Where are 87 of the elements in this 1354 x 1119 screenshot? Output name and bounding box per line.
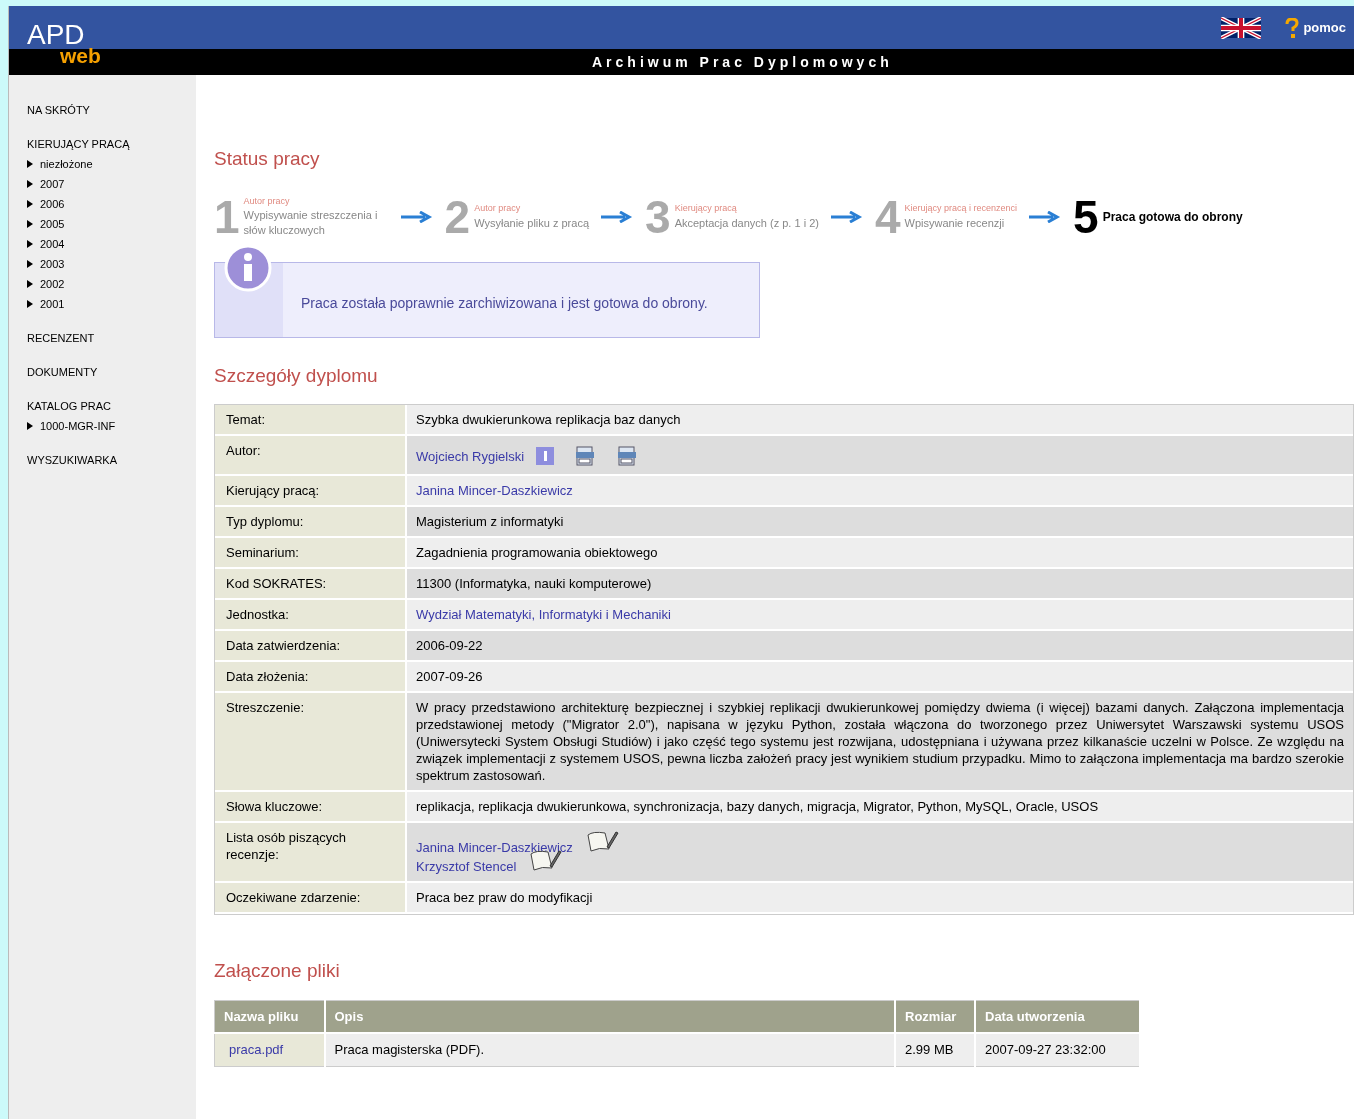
sidebar-item[interactable]: 1000-MGR-INF (40, 419, 116, 433)
value-text: Zagadnienia programowania obiektowego (416, 545, 658, 560)
step-number: 3 (645, 193, 671, 240)
row-label: Oczekiwane zdarzenie: (215, 883, 407, 912)
row-label: Data zatwierdzenia: (215, 631, 407, 660)
triangle-icon (27, 180, 33, 188)
info-icon[interactable] (536, 447, 555, 465)
value-text: W pracy przedstawiono architekturę bezpiecznej i szybkiej replikacji dwukierunkowej pomiędzy dwiema (i więcej) bazami danych. Załączona implementacja przedstawionej metody ("Migrator 2.0"), napisana w języku Python, została włączona do tworzonego przez Uniwersytet Warszawski systemu USOS (Uniwersytecki System Obsługi Studiów) i jako część tego systemu jest rozwijana, udostępniana i używana przez kilkanaście uczelni w Polsce. Ze względu na związek implementacji z systemem USOS, pewna liczba założeń pracy jest wynikiem studium przypadku. Mimo to załączona implementacja ma bardzo szerokie spektrum zastosowań. (416, 700, 1344, 783)
sidebar-item[interactable]: 2005 (40, 217, 65, 231)
help-link[interactable]: pomoc (1303, 17, 1346, 38)
value-text: 2007-09-26 (416, 669, 483, 684)
triangle-icon (27, 300, 33, 308)
value-link[interactable]: Janina Mincer-Daszkiewicz (416, 483, 573, 498)
column-header: Data utworzenia (975, 1000, 1140, 1033)
document-icon[interactable] (616, 446, 639, 466)
row-label: Data złożenia: (215, 662, 407, 691)
section-title: Szczegóły dyplomu (214, 363, 379, 388)
sidebar-item[interactable]: 2001 (40, 297, 65, 311)
value-text: Szybka dwukierunkowa replikacja baz danych (416, 412, 681, 427)
step-number: 1 (214, 193, 240, 240)
step-text: Wypisywanie streszczenia i słów kluczowych (243, 208, 379, 239)
arrow-icon (601, 210, 634, 223)
value-text: 11300 (Informatyka, nauki komputerowe) (416, 576, 652, 591)
row-label: Lista osób piszących recenzje: (215, 823, 407, 881)
row-label: Autor: (215, 436, 407, 474)
value-text: 2006-09-22 (416, 638, 483, 653)
row-label: Seminarium: (215, 538, 407, 567)
table-cell: 2.99 MB (895, 1033, 975, 1066)
info-message: Praca została poprawnie zarchiwizowana i jest gotowa do obrony. (301, 294, 708, 313)
value-text: Magisterium z informatyki (416, 514, 564, 529)
triangle-icon (27, 200, 33, 208)
sidebar-heading[interactable]: WYSZUKIWARKA (27, 453, 196, 467)
triangle-icon (27, 220, 33, 228)
sidebar-heading[interactable]: KIERUJĄCY PRACĄ (27, 137, 196, 151)
row-label: Temat: (215, 405, 407, 434)
row-label: Kod SOKRATES: (215, 569, 407, 598)
section-title: Status pracy (214, 147, 321, 171)
document-icon[interactable] (574, 446, 597, 466)
author-link[interactable]: Wojciech Rygielski (416, 447, 525, 465)
triangle-icon (27, 422, 33, 430)
sidebar-heading[interactable]: DOKUMENTY (27, 365, 196, 379)
flag-icon[interactable] (1221, 16, 1262, 39)
step-role: Autor pracy (243, 194, 291, 208)
triangle-icon (27, 160, 33, 168)
triangle-icon (27, 280, 33, 288)
section-title: Załączone pliki (214, 959, 341, 983)
sidebar-item[interactable]: 2004 (40, 237, 65, 251)
step-number: 2 (444, 193, 471, 240)
sidebar-item[interactable]: 2002 (40, 277, 65, 291)
arrow-icon (830, 210, 863, 223)
row-label: Kierujący pracą: (215, 476, 407, 505)
arrow-icon (1029, 210, 1062, 223)
value-text: Praca bez praw do modyfikacji (416, 890, 593, 905)
triangle-icon (27, 240, 33, 248)
sidebar-heading[interactable]: RECENZENT (27, 331, 196, 345)
step-text: Akceptacja danych (z p. 1 i 2) (674, 215, 819, 231)
sidebar-item[interactable]: 2006 (40, 197, 65, 211)
sidebar-item[interactable]: 2003 (40, 257, 65, 271)
reviewer-link[interactable]: Janina Mincer-Daszkiewicz (416, 839, 573, 856)
site-title: Archiwum Prac Dyplomowych (592, 52, 893, 72)
step-role: Autor pracy (474, 202, 522, 216)
column-header: Nazwa pliku (214, 1000, 325, 1033)
reviewer-link[interactable]: Krzysztof Stencel (416, 858, 517, 875)
sidebar-heading[interactable]: NA SKRÓTY (27, 103, 196, 117)
step-number: 4 (874, 193, 901, 240)
sidebar-item[interactable]: niezłożone (40, 157, 93, 171)
sidebar-heading[interactable]: KATALOG PRAC (27, 399, 196, 413)
row-label: Jednostka: (215, 600, 407, 629)
file-link[interactable]: praca.pdf (214, 1033, 325, 1066)
value-text: replikacja, replikacja dwukierunkowa, synchronizacja, bazy danych, migracja, Migrator, Python, MySQL, Oracle, USOS (416, 799, 1099, 814)
triangle-icon (27, 260, 33, 268)
question-icon (1285, 17, 1300, 38)
step-text: Wysyłanie pliku z pracą (474, 215, 590, 231)
table-cell: Praca magisterska (PDF). (324, 1033, 895, 1066)
sidebar-item[interactable]: 2007 (40, 177, 65, 191)
step-role: Kierujący pracą (674, 202, 738, 216)
step-number: 5 (1073, 193, 1099, 240)
row-label: Streszczenie: (215, 693, 407, 790)
value-link[interactable]: Wydział Matematyki, Informatyki i Mechaniki (416, 607, 671, 622)
step-text: Praca gotowa do obrony (1102, 208, 1243, 226)
table-cell: 2007-09-27 23:32:00 (975, 1033, 1140, 1066)
column-header: Rozmiar (895, 1000, 975, 1033)
step-text: Wpisywanie recenzji (904, 215, 1006, 231)
row-label: Typ dyplomu: (215, 507, 407, 536)
row-label: Słowa kluczowe: (215, 792, 407, 821)
column-header: Opis (324, 1000, 895, 1033)
arrow-icon (400, 210, 433, 223)
